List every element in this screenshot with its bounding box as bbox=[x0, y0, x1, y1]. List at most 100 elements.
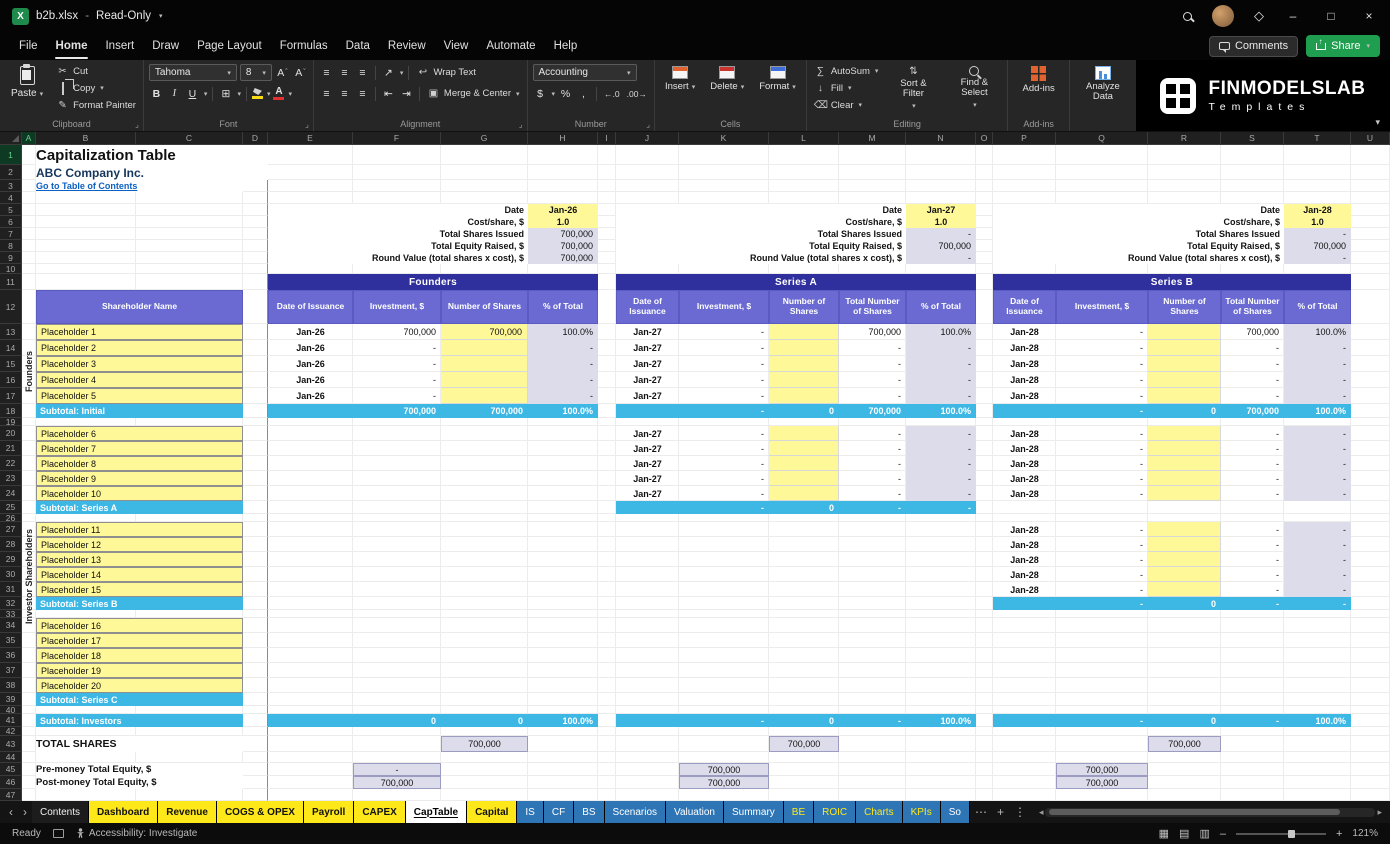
cell-B24[interactable]: Placeholder 10 bbox=[36, 486, 243, 501]
menu-page-layout[interactable]: Page Layout bbox=[188, 32, 271, 60]
grid-cell[interactable] bbox=[769, 552, 839, 567]
grid-cell[interactable] bbox=[528, 678, 598, 693]
grid-cell[interactable] bbox=[598, 714, 616, 727]
grid-cell[interactable] bbox=[268, 522, 353, 537]
grid-cell[interactable] bbox=[136, 204, 243, 216]
zoom-level[interactable]: 121% bbox=[1352, 828, 1378, 839]
grid-cell[interactable] bbox=[243, 763, 268, 776]
grid-cell[interactable] bbox=[268, 145, 353, 165]
grid-cell[interactable] bbox=[1351, 537, 1390, 552]
cell-Q41[interactable]: - bbox=[1056, 714, 1148, 727]
cell-B36[interactable]: Placeholder 18 bbox=[36, 648, 243, 663]
grid-cell[interactable] bbox=[976, 252, 993, 264]
grid-cell[interactable] bbox=[839, 582, 906, 597]
grid-cell[interactable] bbox=[976, 501, 993, 514]
grid-cell[interactable] bbox=[976, 388, 993, 404]
row-header-1[interactable]: 1 bbox=[0, 145, 22, 165]
column-header-E[interactable]: E bbox=[268, 132, 353, 145]
cell-Q13[interactable]: - bbox=[1056, 324, 1148, 340]
cell-M20[interactable]: - bbox=[839, 426, 906, 441]
cell-J12[interactable]: Date of Issuance bbox=[616, 290, 679, 324]
cell-N25[interactable]: - bbox=[906, 501, 976, 514]
cell-T30[interactable]: - bbox=[1284, 567, 1351, 582]
cell-R32[interactable]: 0 bbox=[1148, 597, 1221, 610]
sheet-tab-capital[interactable]: Capital bbox=[467, 801, 517, 823]
cell-M13[interactable]: 700,000 bbox=[839, 324, 906, 340]
decrease-decimal-icon[interactable]: .00→ bbox=[625, 89, 649, 99]
grid-cell[interactable] bbox=[679, 180, 769, 192]
grid-cell[interactable] bbox=[1148, 165, 1221, 180]
grid-cell[interactable] bbox=[441, 192, 528, 204]
grid-cell[interactable] bbox=[906, 752, 976, 763]
cell-N17[interactable]: - bbox=[906, 388, 976, 404]
grid-cell[interactable] bbox=[243, 486, 268, 501]
menu-formulas[interactable]: Formulas bbox=[271, 32, 337, 60]
row-header-31[interactable]: 31 bbox=[0, 582, 22, 597]
grid-cell[interactable] bbox=[1351, 693, 1390, 706]
cell-L15[interactable] bbox=[769, 356, 839, 372]
cell-M23[interactable]: - bbox=[839, 471, 906, 486]
grid-cell[interactable] bbox=[353, 471, 441, 486]
grid-cell[interactable] bbox=[679, 789, 769, 801]
grid-cell[interactable] bbox=[616, 618, 679, 633]
grid-cell[interactable] bbox=[36, 252, 136, 264]
increase-font-size-icon[interactable]: Aˆ bbox=[275, 65, 290, 81]
grid-cell[interactable] bbox=[1056, 180, 1148, 192]
number-dialog-launcher[interactable]: ⌟ bbox=[646, 120, 650, 129]
grid-cell[interactable] bbox=[976, 537, 993, 552]
grid-cell[interactable] bbox=[679, 165, 769, 180]
cell-T24[interactable]: - bbox=[1284, 486, 1351, 501]
zoom-in-icon[interactable]: + bbox=[1336, 828, 1342, 840]
grid-cell[interactable] bbox=[243, 456, 268, 471]
cell-J5[interactable]: Date bbox=[616, 204, 906, 216]
grid-cell[interactable] bbox=[1351, 471, 1390, 486]
grid-cell[interactable] bbox=[598, 522, 616, 537]
premium-diamond-icon[interactable]: ◇ bbox=[1254, 8, 1264, 24]
cell-J7[interactable]: Total Shares Issued bbox=[616, 228, 906, 240]
cell-B17[interactable]: Placeholder 5 bbox=[36, 388, 243, 404]
grid-cell[interactable] bbox=[243, 567, 268, 582]
grid-cell[interactable] bbox=[243, 404, 268, 418]
grid-cell[interactable] bbox=[976, 693, 993, 706]
grid-cell[interactable] bbox=[1056, 165, 1148, 180]
grid-cell[interactable] bbox=[22, 145, 36, 165]
cell-B15[interactable]: Placeholder 3 bbox=[36, 356, 243, 372]
macro-record-icon[interactable] bbox=[53, 829, 64, 838]
grid-cell[interactable] bbox=[22, 418, 36, 426]
row-header-18[interactable]: 18 bbox=[0, 404, 22, 418]
minimize-button[interactable]: – bbox=[1284, 9, 1302, 23]
menu-draw[interactable]: Draw bbox=[143, 32, 188, 60]
row-header-44[interactable]: 44 bbox=[0, 752, 22, 763]
grid-cell[interactable] bbox=[839, 618, 906, 633]
grid-cell[interactable] bbox=[1284, 727, 1351, 736]
grid-cell[interactable] bbox=[268, 752, 353, 763]
cell-P7[interactable]: Total Shares Issued bbox=[993, 228, 1284, 240]
decrease-indent-icon[interactable]: ⇤ bbox=[381, 86, 396, 102]
cell-Q24[interactable]: - bbox=[1056, 486, 1148, 501]
grid-cell[interactable] bbox=[441, 165, 528, 180]
cell-M25[interactable]: - bbox=[839, 501, 906, 514]
grid-cell[interactable] bbox=[598, 582, 616, 597]
grid-cell[interactable] bbox=[976, 763, 993, 776]
grid-cell[interactable] bbox=[598, 776, 616, 789]
grid-cell[interactable] bbox=[976, 356, 993, 372]
column-header-S[interactable]: S bbox=[1221, 132, 1284, 145]
grid-cell[interactable] bbox=[243, 192, 268, 204]
cell-P32[interactable] bbox=[993, 597, 1056, 610]
cell-M24[interactable]: - bbox=[839, 486, 906, 501]
grid-cell[interactable] bbox=[976, 486, 993, 501]
grid-cell[interactable] bbox=[598, 471, 616, 486]
grid-cell[interactable] bbox=[598, 165, 616, 180]
grid-cell[interactable] bbox=[993, 610, 1056, 618]
column-header-D[interactable]: D bbox=[243, 132, 268, 145]
grid-cell[interactable] bbox=[598, 418, 616, 426]
cell-L20[interactable] bbox=[769, 426, 839, 441]
grid-cell[interactable] bbox=[22, 228, 36, 240]
grid-cell[interactable] bbox=[976, 789, 993, 801]
grid-cell[interactable] bbox=[769, 706, 839, 714]
grid-cell[interactable] bbox=[36, 228, 136, 240]
grid-cell[interactable] bbox=[243, 471, 268, 486]
grid-cell[interactable] bbox=[1148, 514, 1221, 522]
cell-T20[interactable]: - bbox=[1284, 426, 1351, 441]
cell-F15[interactable]: - bbox=[353, 356, 441, 372]
